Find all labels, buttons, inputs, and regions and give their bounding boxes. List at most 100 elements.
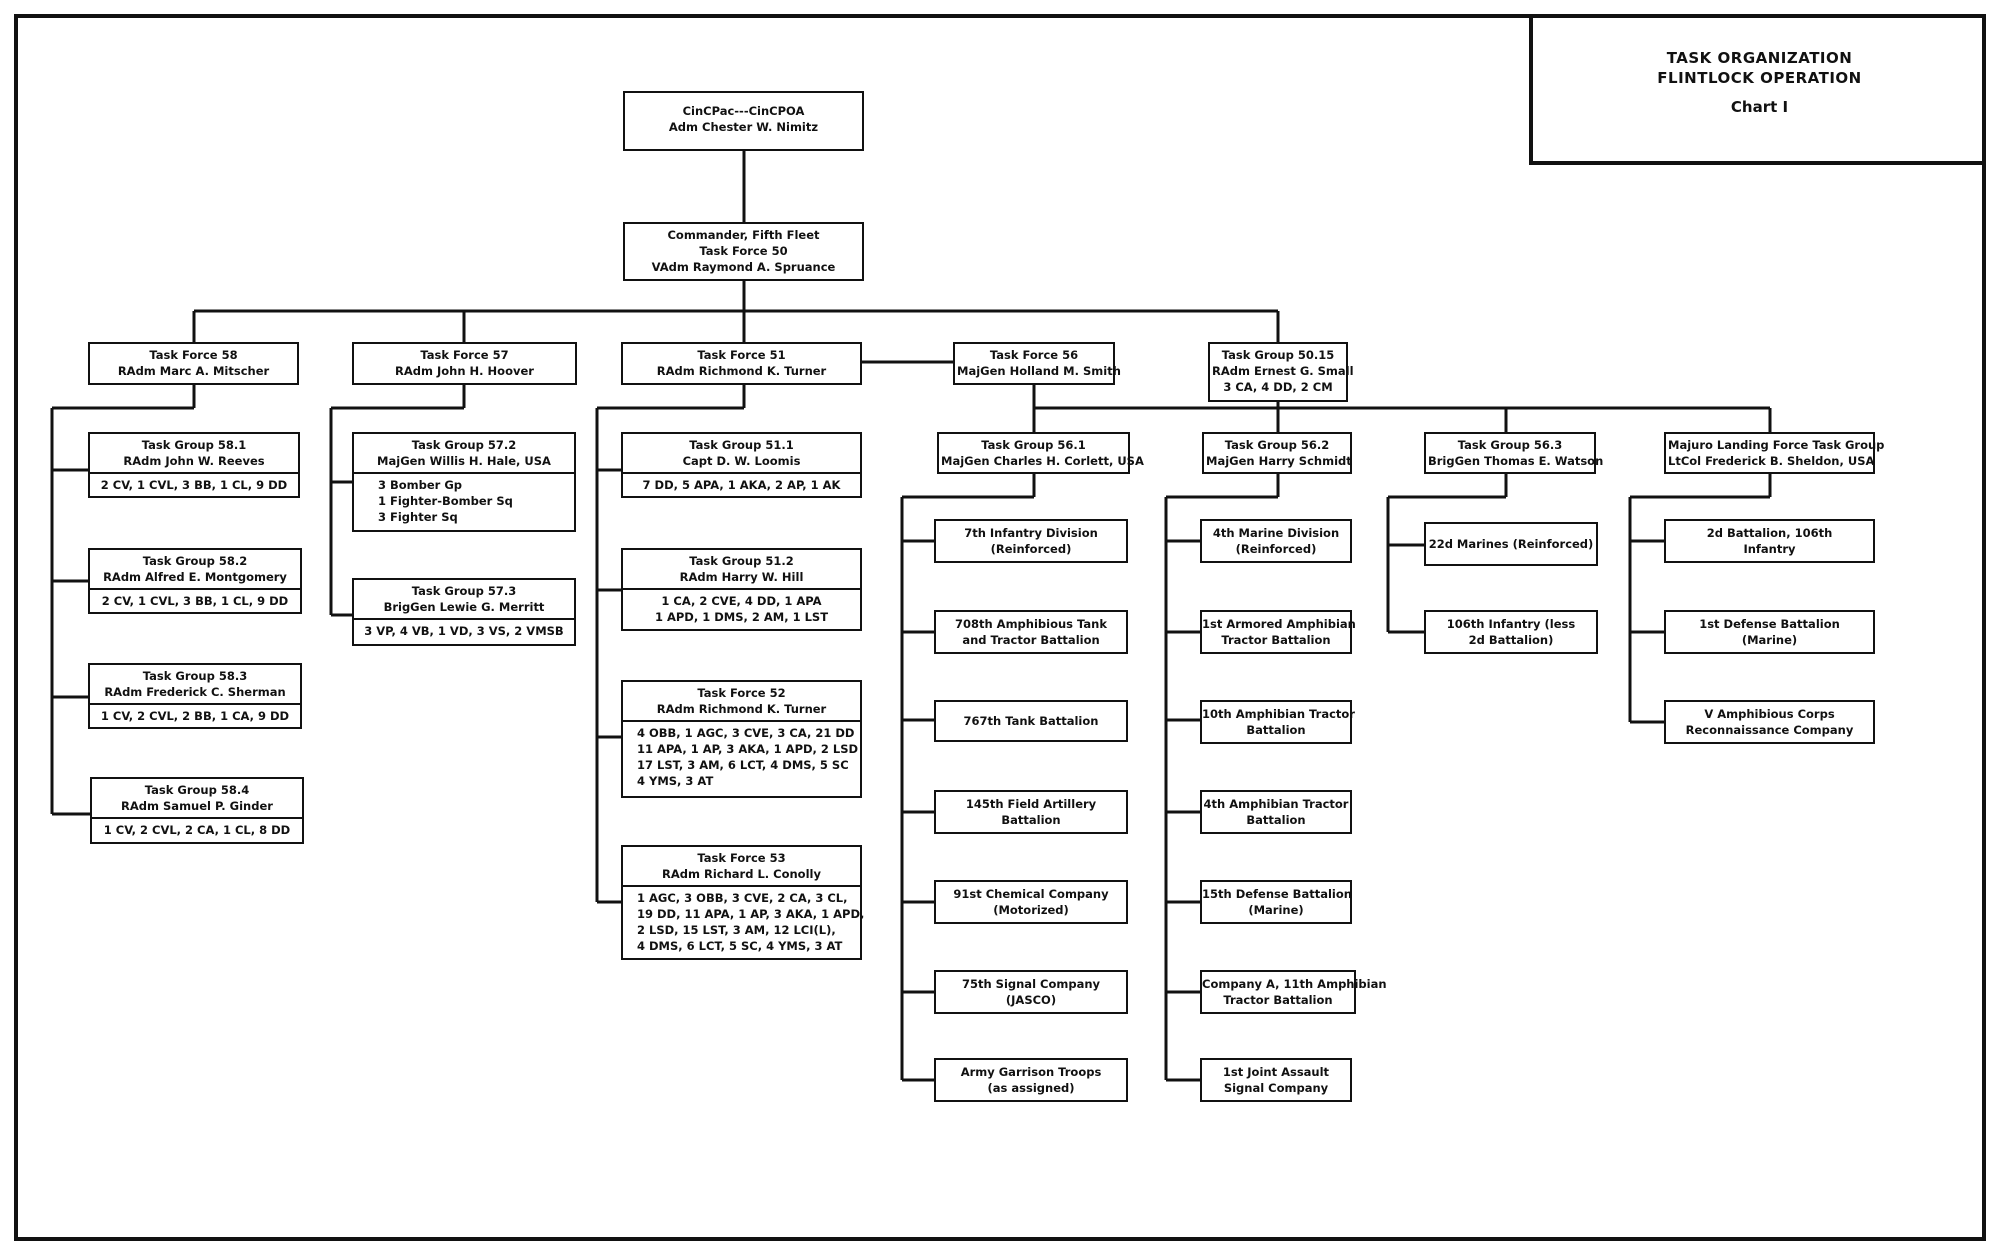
- group-commander: BrigGen Thomas E. Watson: [1428, 454, 1604, 468]
- unit-name: 4th Marine Division: [1212, 526, 1340, 540]
- group-units: 4 OBB, 1 AGC, 3 CVE, 3 CA, 21 DD: [637, 726, 855, 740]
- unit-box: 7th Infantry Division (Reinforced): [934, 519, 1128, 563]
- group-units: 1 APD, 1 DMS, 2 AM, 1 LST: [654, 610, 829, 624]
- tg573-box: Task Group 57.3 BrigGen Lewie G. Merritt …: [352, 578, 576, 646]
- tf56-box: Task Force 56 MajGen Holland M. Smith: [953, 342, 1121, 385]
- unit-box: 10th Amphibian Tractor Battalion: [1200, 700, 1355, 744]
- unit-detail: Battalion: [1001, 813, 1061, 827]
- unit-box: V Amphibious Corps Reconnaissance Company: [1664, 700, 1875, 744]
- group-units: 17 LST, 3 AM, 6 LCT, 4 DMS, 5 SC: [637, 758, 849, 772]
- unit-name: 2d Battalion, 106th: [1706, 526, 1833, 540]
- tf58-title: Task Force 58: [149, 348, 238, 362]
- group-commander: RAdm Harry W. Hill: [679, 570, 804, 584]
- tg582-box: Task Group 58.2 RAdm Alfred E. Montgomery…: [88, 548, 302, 614]
- group-units: 1 AGC, 3 OBB, 3 CVE, 2 CA, 3 CL,: [637, 891, 848, 905]
- tf58-commander: RAdm Marc A. Mitscher: [117, 364, 270, 378]
- unit-detail: (Marine): [1741, 633, 1798, 647]
- group-units: 1 CA, 2 CVE, 4 DD, 1 APA: [661, 594, 822, 608]
- cincpac-box: CinCPac---CinCPOA Adm Chester W. Nimitz: [623, 91, 864, 151]
- tf52-box: Task Force 52 RAdm Richmond K. Turner 4 O…: [621, 680, 862, 798]
- group-commander: RAdm Alfred E. Montgomery: [103, 570, 287, 584]
- group-title: Task Group 58.3: [142, 669, 248, 683]
- unit-name: 1st Joint Assault: [1222, 1065, 1330, 1079]
- group-title: Task Group 58.2: [142, 554, 248, 568]
- group-title: Task Group 58.4: [144, 783, 250, 797]
- tf57-title: Task Force 57: [420, 348, 509, 362]
- unit-box: 1st Armored Amphibian Tractor Battalion: [1200, 610, 1356, 654]
- unit-box: 145th Field Artillery Battalion: [934, 790, 1128, 834]
- tg583-box: Task Group 58.3 RAdm Frederick C. Sherman…: [88, 663, 302, 729]
- tg5015-box: Task Group 50.15 RAdm Ernest G. Small 3 CA…: [1208, 342, 1354, 402]
- group-title: Task Force 53: [697, 851, 786, 865]
- tf57-box: Task Force 57 RAdm John H. Hoover: [352, 342, 577, 385]
- unit-name: 145th Field Artillery: [965, 797, 1097, 811]
- group-units: 2 CV, 1 CVL, 3 BB, 1 CL, 9 DD: [100, 478, 288, 492]
- group-commander: LtCol Frederick B. Sheldon, USA: [1668, 454, 1875, 468]
- tg5015-title: Task Group 50.15: [1221, 348, 1335, 362]
- unit-name: 91st Chemical Company: [953, 887, 1109, 901]
- group-units: 4 DMS, 6 LCT, 5 SC, 4 YMS, 3 AT: [637, 939, 843, 953]
- tg561-box: Task Group 56.1 MajGen Charles H. Corlett…: [937, 432, 1144, 474]
- group-title: Task Group 57.2: [411, 438, 517, 452]
- tf57-commander: RAdm John H. Hoover: [395, 364, 534, 378]
- group-title: Task Force 52: [697, 686, 786, 700]
- unit-box: 4th Amphibian Tractor Battalion: [1200, 790, 1352, 834]
- group-title: Task Group 56.2: [1224, 438, 1330, 452]
- group-commander: RAdm John W. Reeves: [123, 454, 265, 468]
- unit-detail: and Tractor Battalion: [962, 633, 1100, 647]
- tg563-box: Task Group 56.3 BrigGen Thomas E. Watson: [1424, 432, 1604, 474]
- unit-box: 4th Marine Division (Reinforced): [1200, 519, 1352, 563]
- tg512-box: Task Group 51.2 RAdm Harry W. Hill 1 CA, …: [621, 548, 862, 631]
- group-units: 4 YMS, 3 AT: [637, 774, 714, 788]
- group-units: 1 Fighter-Bomber Sq: [378, 494, 513, 508]
- unit-box: 2d Battalion, 106th Infantry: [1664, 519, 1875, 563]
- group-title: Majuro Landing Force Task Group: [1668, 438, 1885, 452]
- unit-name: 708th Amphibious Tank: [954, 617, 1107, 631]
- unit-detail: Reconnaissance Company: [1685, 723, 1854, 737]
- tg5015-commander: RAdm Ernest G. Small: [1212, 364, 1354, 378]
- group-units: 3 Fighter Sq: [378, 510, 458, 524]
- group-commander: RAdm Richmond K. Turner: [656, 702, 827, 716]
- tg584-box: Task Group 58.4 RAdm Samuel P. Ginder 1 C…: [90, 777, 304, 844]
- unit-detail: (Reinforced): [1235, 542, 1317, 556]
- group-commander: RAdm Richard L. Conolly: [662, 867, 821, 881]
- tf58-box: Task Force 58 RAdm Marc A. Mitscher: [88, 342, 299, 385]
- unit-detail: (Reinforced): [990, 542, 1072, 556]
- group-commander: MajGen Charles H. Corlett, USA: [941, 454, 1144, 468]
- group-title: Task Group 58.1: [141, 438, 247, 452]
- group-title: Task Group 51.1: [689, 438, 794, 452]
- group-units: 1 CV, 2 CVL, 2 CA, 1 CL, 8 DD: [103, 823, 291, 837]
- majuro-box: Majuro Landing Force Task Group LtCol Fre…: [1664, 432, 1885, 474]
- unit-name: 106th Infantry (less: [1446, 617, 1576, 631]
- unit-name: 767th Tank Battalion: [963, 714, 1099, 728]
- group-units: 11 APA, 1 AP, 3 AKA, 1 APD, 2 LSD: [637, 742, 859, 756]
- unit-box: 15th Defense Battalion (Marine): [1200, 880, 1352, 924]
- unit-detail: Battalion: [1246, 813, 1306, 827]
- tf56-commander: MajGen Holland M. Smith: [957, 364, 1121, 378]
- unit-detail: Tractor Battalion: [1223, 993, 1333, 1007]
- unit-detail: (Motorized): [993, 903, 1069, 917]
- unit-box: 106th Infantry (less 2d Battalion): [1424, 610, 1598, 654]
- group-commander: BrigGen Lewie G. Merritt: [383, 600, 545, 614]
- unit-box: 22d Marines (Reinforced): [1424, 522, 1598, 566]
- group-commander: RAdm Frederick C. Sherman: [104, 685, 286, 699]
- unit-detail: Tractor Battalion: [1221, 633, 1331, 647]
- group-units: 1 CV, 2 CVL, 2 BB, 1 CA, 9 DD: [100, 709, 290, 723]
- tg511-box: Task Group 51.1 Capt D. W. Loomis 7 DD, 5…: [621, 432, 862, 498]
- unit-detail: 2d Battalion): [1468, 633, 1554, 647]
- unit-box: Army Garrison Troops (as assigned): [934, 1058, 1128, 1102]
- fifth-fleet-box: Commander, Fifth Fleet Task Force 50 VAd…: [623, 222, 864, 281]
- unit-name: 4th Amphibian Tractor: [1203, 797, 1349, 811]
- unit-name: 15th Defense Battalion: [1202, 887, 1352, 901]
- unit-detail: Battalion: [1246, 723, 1306, 737]
- tf51-title: Task Force 51: [697, 348, 786, 362]
- unit-name: Army Garrison Troops: [960, 1065, 1102, 1079]
- unit-detail: Signal Company: [1223, 1081, 1329, 1095]
- group-commander: MajGen Harry Schmidt: [1206, 454, 1352, 468]
- unit-box: 708th Amphibious Tank and Tractor Battali…: [934, 610, 1128, 654]
- tf53-box: Task Force 53 RAdm Richard L. Conolly 1 A…: [621, 845, 864, 960]
- unit-name: V Amphibious Corps: [1704, 707, 1835, 721]
- fifth-fleet-title: Commander, Fifth Fleet: [667, 228, 820, 242]
- unit-box: 767th Tank Battalion: [934, 700, 1128, 742]
- unit-detail: Infantry: [1743, 542, 1796, 556]
